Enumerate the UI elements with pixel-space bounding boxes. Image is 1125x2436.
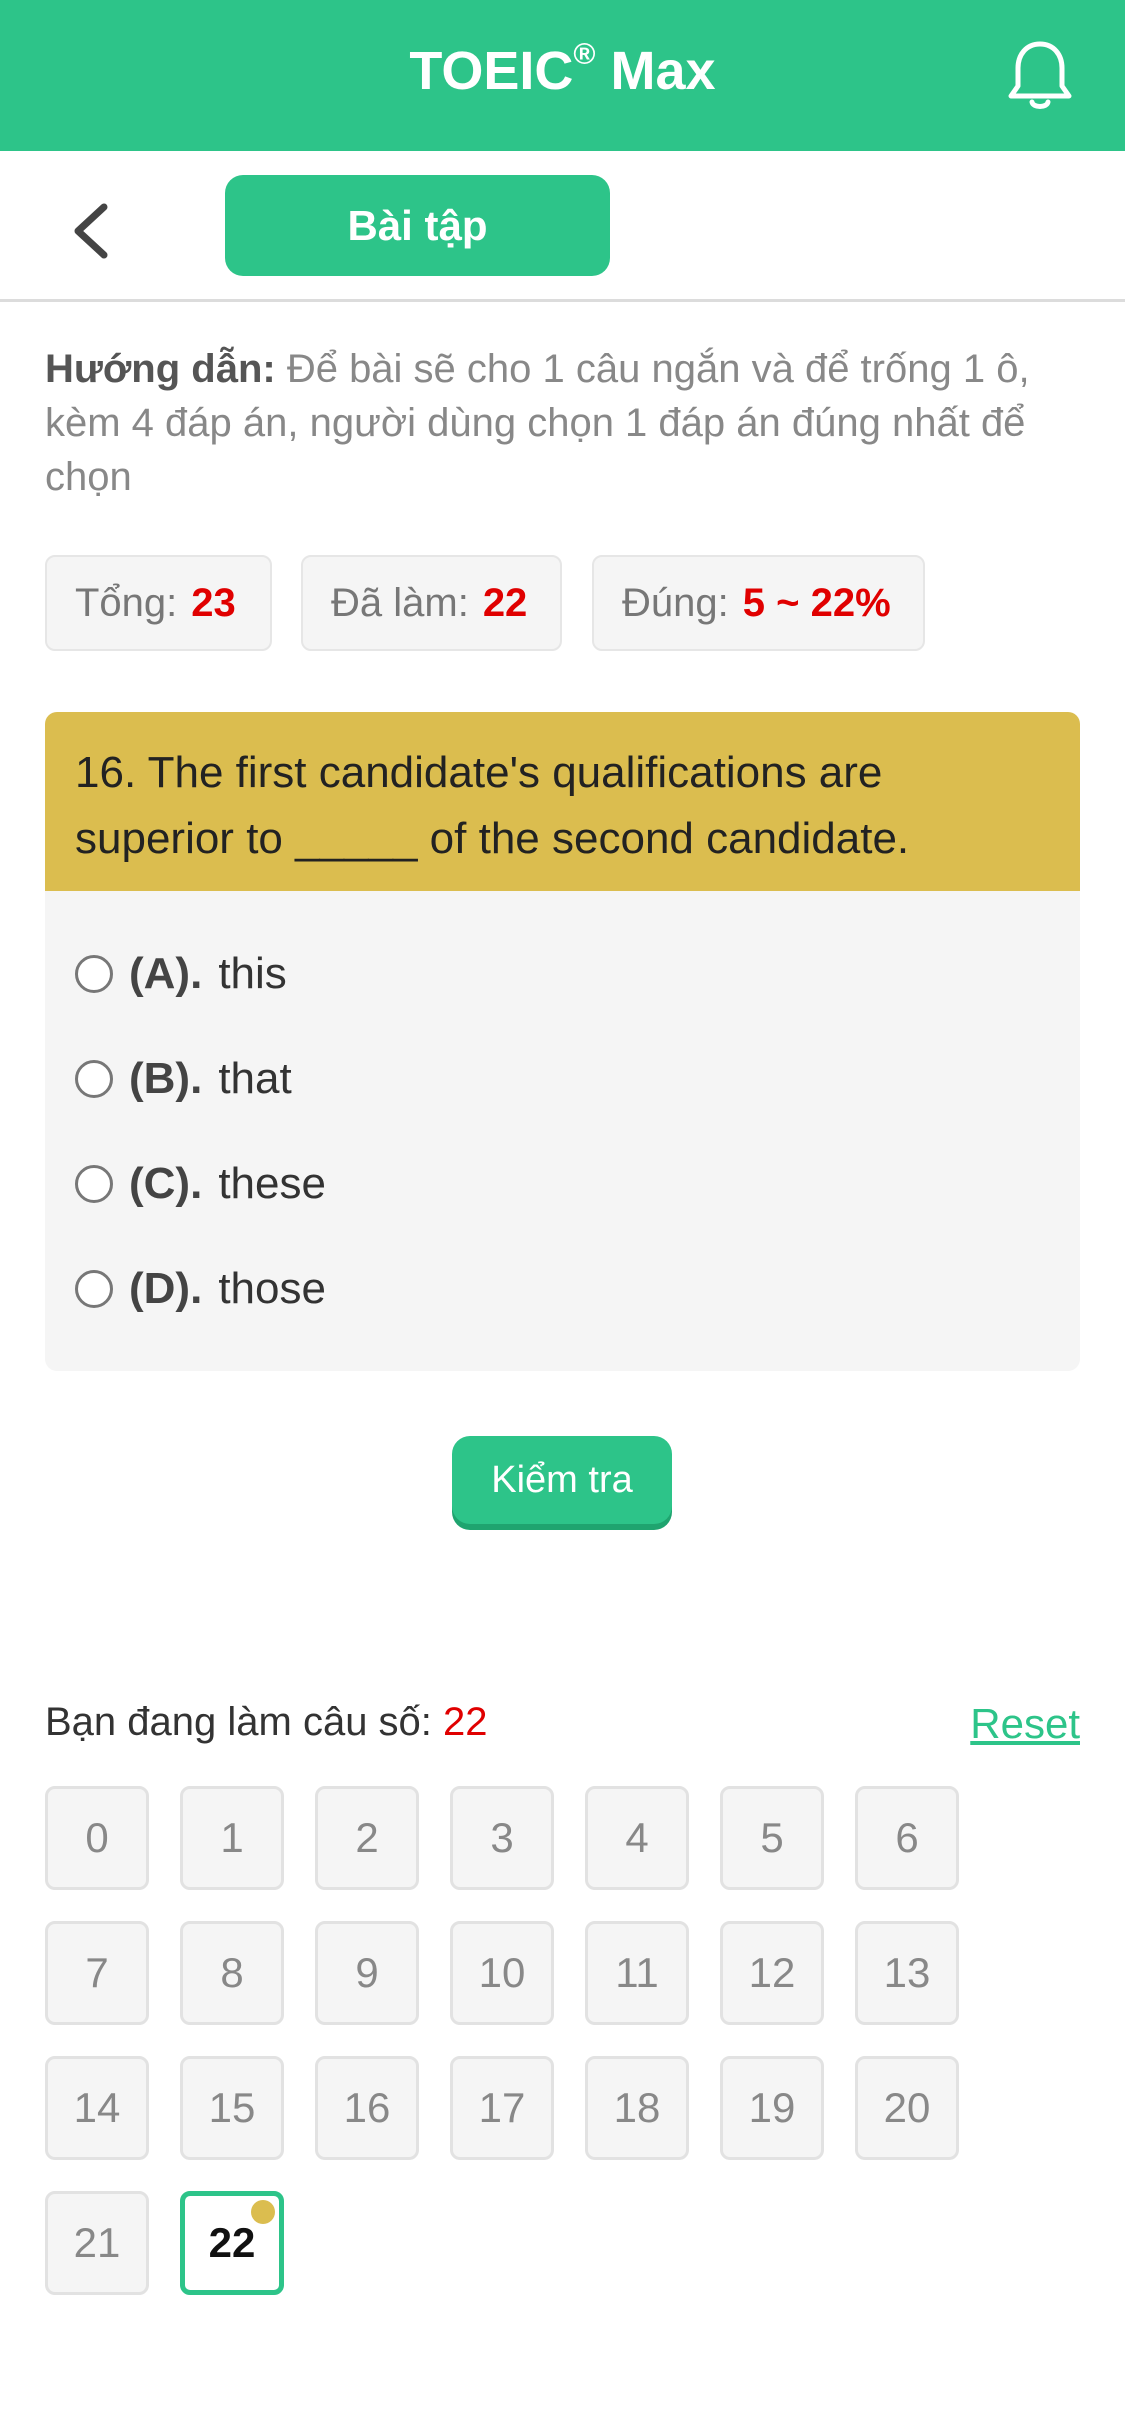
app-title: TOEIC® Max xyxy=(409,38,716,101)
question-number-13[interactable]: 13 xyxy=(855,1921,959,2025)
reset-link[interactable]: Reset xyxy=(970,1700,1080,1748)
question-number-22[interactable]: 22 xyxy=(180,2191,284,2295)
answer-options: (A). this (B). that (C). these (D). thos… xyxy=(45,891,1080,1371)
bell-icon[interactable] xyxy=(1005,38,1075,114)
stat-total: Tổng: 23 xyxy=(45,555,272,651)
question-number-18[interactable]: 18 xyxy=(585,2056,689,2160)
sub-navigation: Bài tập xyxy=(0,151,1125,302)
question-number-21[interactable]: 21 xyxy=(45,2191,149,2295)
radio-icon[interactable] xyxy=(75,1060,113,1098)
option-b[interactable]: (B). that xyxy=(75,1044,292,1114)
question-number-3[interactable]: 3 xyxy=(450,1786,554,1890)
question-number-14[interactable]: 14 xyxy=(45,2056,149,2160)
question-number-6[interactable]: 6 xyxy=(855,1786,959,1890)
question-number-9[interactable]: 9 xyxy=(315,1921,419,2025)
option-a[interactable]: (A). this xyxy=(75,939,287,1009)
question-number-8[interactable]: 8 xyxy=(180,1921,284,2025)
question-text: 16. The first candidate's qualifications… xyxy=(45,712,1080,891)
instructions-label: Hướng dẫn: xyxy=(45,347,276,391)
option-c[interactable]: (C). these xyxy=(75,1149,326,1219)
current-indicator-dot xyxy=(251,2200,275,2224)
question-number-7[interactable]: 7 xyxy=(45,1921,149,2025)
tab-exercise[interactable]: Bài tập xyxy=(225,175,610,276)
question-number-1[interactable]: 1 xyxy=(180,1786,284,1890)
question-number-20[interactable]: 20 xyxy=(855,2056,959,2160)
radio-icon[interactable] xyxy=(75,955,113,993)
question-number-4[interactable]: 4 xyxy=(585,1786,689,1890)
instructions: Hướng dẫn: Để bài sẽ cho 1 câu ngắn và đ… xyxy=(45,342,1085,504)
question-number-2[interactable]: 2 xyxy=(315,1786,419,1890)
option-d[interactable]: (D). those xyxy=(75,1254,326,1324)
question-number-12[interactable]: 12 xyxy=(720,1921,824,2025)
app-header: TOEIC® Max xyxy=(0,0,1125,151)
radio-icon[interactable] xyxy=(75,1270,113,1308)
chevron-left-icon[interactable] xyxy=(68,201,112,261)
question-number-5[interactable]: 5 xyxy=(720,1786,824,1890)
question-number-15[interactable]: 15 xyxy=(180,2056,284,2160)
question-number-0[interactable]: 0 xyxy=(45,1786,149,1890)
question-number-19[interactable]: 19 xyxy=(720,2056,824,2160)
stat-correct: Đúng: 5 ~ 22% xyxy=(592,555,925,651)
question-number-17[interactable]: 17 xyxy=(450,2056,554,2160)
question-number-16[interactable]: 16 xyxy=(315,2056,419,2160)
check-button[interactable]: Kiểm tra xyxy=(452,1436,672,1524)
current-question-label: Bạn đang làm câu số: 22 xyxy=(45,1700,488,1744)
radio-icon[interactable] xyxy=(75,1165,113,1203)
question-number-10[interactable]: 10 xyxy=(450,1921,554,2025)
question-number-11[interactable]: 11 xyxy=(585,1921,689,2025)
stat-done: Đã làm: 22 xyxy=(301,555,562,651)
